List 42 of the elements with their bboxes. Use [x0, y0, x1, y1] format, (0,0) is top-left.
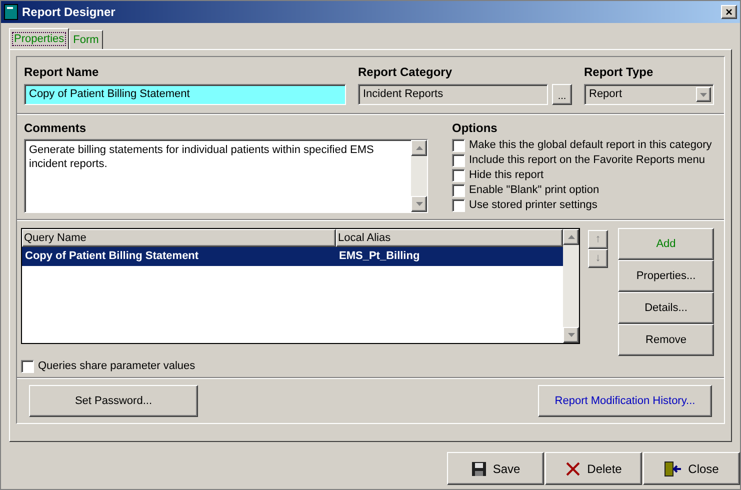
- x-icon: [565, 460, 582, 476]
- field-label: Report Category: [358, 64, 454, 81]
- option-label: Enable "Blank" print option: [469, 183, 600, 198]
- browse-button[interactable]: ...: [552, 84, 572, 105]
- report-name-field[interactable]: Copy of Patient Billing Statement: [24, 84, 346, 105]
- checkbox[interactable]: [452, 154, 465, 167]
- query-button[interactable]: Remove: [618, 324, 714, 356]
- scrollbar[interactable]: [563, 229, 579, 343]
- table-cell-text: Copy of Patient Billing Statement: [24, 249, 200, 264]
- checkbox[interactable]: [452, 139, 465, 152]
- scroll-up-icon[interactable]: [568, 235, 574, 239]
- door-exit-icon: [664, 460, 682, 476]
- footer-button[interactable]: Close: [643, 452, 740, 485]
- field-label: Report Type: [584, 64, 654, 81]
- column-header[interactable]: Query Name: [22, 229, 336, 247]
- report-type-dropdown[interactable]: Report: [584, 84, 714, 105]
- table-cell-text: EMS_Pt_Billing: [338, 249, 421, 264]
- footer-button[interactable]: Save: [447, 452, 544, 485]
- report-category-field[interactable]: Incident Reports: [358, 84, 548, 105]
- option-label: Include this report on the Favorite Reports menu: [469, 153, 706, 168]
- close-button[interactable]: ×: [721, 5, 737, 19]
- checkbox[interactable]: [21, 360, 34, 373]
- footer-button[interactable]: Delete: [545, 452, 642, 485]
- field-label: Comments: [24, 120, 88, 137]
- query-button[interactable]: Properties...: [618, 260, 714, 292]
- section-label: Options: [452, 120, 498, 137]
- scroll-down-icon[interactable]: [568, 333, 574, 337]
- field-label: Report Name: [24, 64, 100, 81]
- option-label: Hide this report: [469, 168, 544, 184]
- checkbox[interactable]: [452, 199, 465, 212]
- checkbox[interactable]: [452, 184, 465, 197]
- column-header[interactable]: Local Alias: [336, 229, 563, 247]
- checkbox-label: Queries share parameter values: [38, 359, 196, 374]
- option-label: Use stored printer settings: [469, 198, 598, 214]
- query-button[interactable]: Details...: [618, 292, 714, 324]
- app-icon: [4, 4, 18, 20]
- checkbox[interactable]: [452, 169, 465, 182]
- set-password-button[interactable]: Set Password...: [29, 385, 198, 417]
- window-title: Report Designer: [22, 4, 116, 21]
- option-label: Make this the global default report in this category: [469, 138, 712, 154]
- modification-history-button[interactable]: Report Modification History...: [538, 385, 712, 417]
- query-row[interactable]: Copy of Patient Billing Statement EMS_Pt_Billing: [22, 247, 563, 266]
